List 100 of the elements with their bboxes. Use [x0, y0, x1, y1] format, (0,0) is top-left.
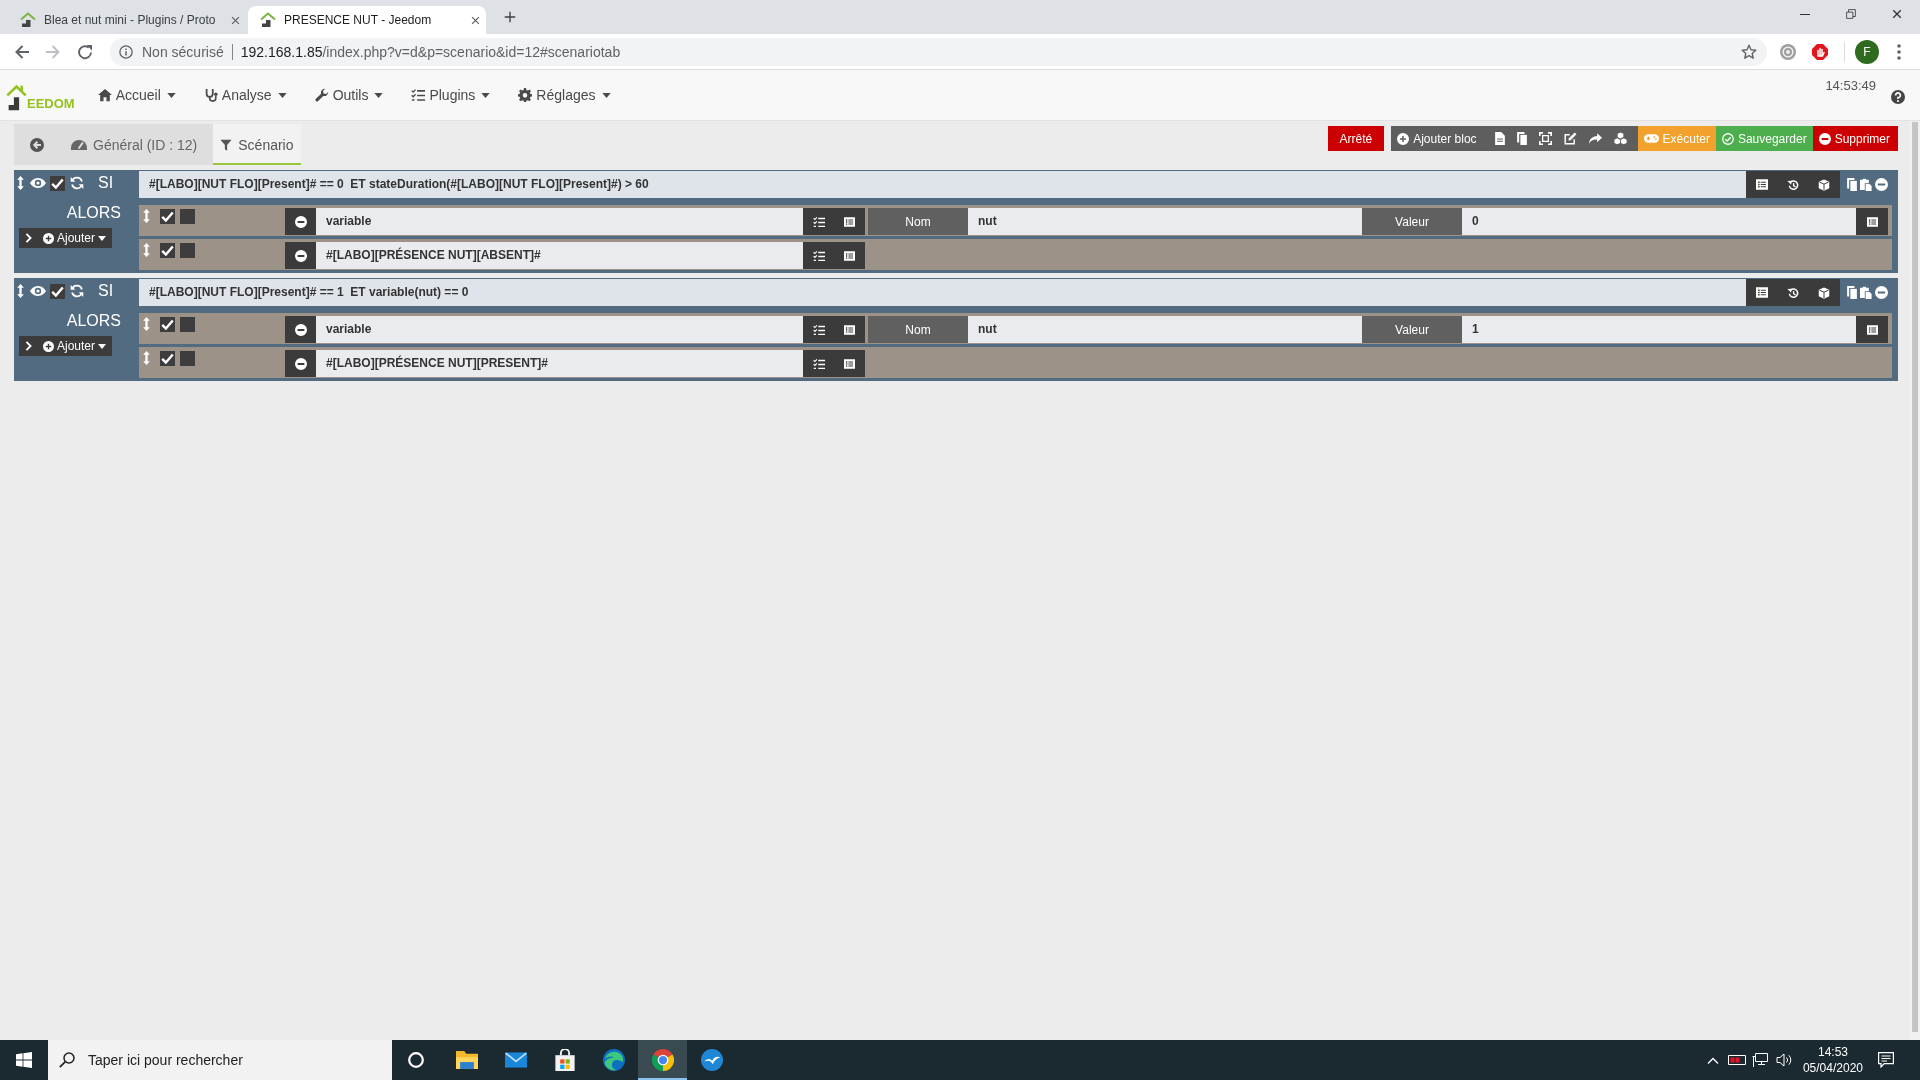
reload-icon[interactable] [77, 43, 93, 60]
list-icon[interactable] [1755, 179, 1768, 190]
list-button[interactable] [834, 350, 865, 377]
history-icon[interactable] [1787, 178, 1799, 191]
speaker-icon[interactable] [1775, 1052, 1792, 1068]
profile-button[interactable]: F [1855, 39, 1879, 64]
share-icon[interactable] [1588, 133, 1602, 144]
list-icon[interactable] [1755, 287, 1768, 298]
back-icon[interactable] [30, 137, 44, 152]
star-icon[interactable] [1741, 43, 1757, 60]
checkbox[interactable] [160, 242, 175, 258]
menu-icon[interactable] [1897, 43, 1901, 60]
checkbox[interactable] [160, 316, 175, 332]
menu-item[interactable]: Outils [300, 69, 398, 121]
edit-icon[interactable] [1563, 132, 1577, 145]
caret-up-icon[interactable] [1706, 1056, 1719, 1064]
command-field[interactable]: #[LABO][PRÉSENCE NUT][ABSENT]# [316, 242, 803, 269]
battery-icon[interactable] [1727, 1055, 1746, 1065]
checkbox[interactable] [160, 208, 175, 224]
drag-handle-icon[interactable] [143, 209, 150, 223]
list-button[interactable] [834, 242, 865, 269]
close-icon[interactable] [1892, 9, 1902, 19]
checklist-button[interactable] [803, 242, 834, 269]
copy-icon[interactable] [1847, 286, 1857, 299]
help-icon[interactable] [1891, 90, 1905, 104]
eye-icon[interactable] [30, 178, 46, 188]
name-field[interactable]: nut [968, 208, 1362, 235]
chevron-button[interactable] [19, 336, 37, 356]
condition-field[interactable]: #[LABO][NUT FLO][Present]# == 0 ET stateDuration(#[LABO][NUT FLO][Present]#) > 60 [139, 171, 1746, 198]
value-field[interactable]: 1 [1462, 316, 1856, 343]
cube-icon[interactable] [1818, 286, 1831, 299]
minimize-icon[interactable] [1800, 13, 1810, 15]
remove-button[interactable] [285, 208, 316, 235]
drag-handle-icon[interactable] [143, 243, 150, 257]
menu-item[interactable]: Analyse [189, 69, 301, 121]
browser-tab[interactable]: PRESENCE NUT - Jeedom [248, 6, 486, 34]
delete-button[interactable]: Supprimer [1812, 126, 1898, 151]
cube-icon[interactable] [1818, 178, 1831, 191]
checkbox[interactable] [180, 316, 195, 332]
checkbox[interactable] [180, 242, 195, 258]
checklist-button[interactable] [803, 208, 834, 235]
close-icon[interactable] [231, 15, 240, 25]
remove-button[interactable] [285, 316, 316, 343]
list-button[interactable] [1856, 208, 1888, 235]
command-field[interactable]: variable [316, 316, 803, 343]
drag-handle-icon[interactable] [17, 176, 24, 190]
checkbox[interactable] [50, 283, 65, 299]
condition-field[interactable]: #[LABO][NUT FLO][Present]# == 1 ET variable(nut) == 0 [139, 279, 1746, 306]
browser-tab[interactable]: Blea et nut mini - Plugins / Proto [8, 6, 246, 34]
cubes-icon[interactable] [1613, 132, 1627, 145]
list-button[interactable] [834, 316, 865, 343]
drag-handle-icon[interactable] [17, 284, 24, 298]
remove-button[interactable] [285, 350, 316, 377]
scrollbar-thumb[interactable] [1912, 122, 1918, 1032]
file-icon[interactable] [1494, 132, 1505, 145]
paste-icon[interactable] [1860, 286, 1872, 299]
chevron-button[interactable] [19, 228, 37, 248]
name-field[interactable]: nut [968, 316, 1362, 343]
plus-icon[interactable] [504, 11, 516, 23]
copy-icon[interactable] [1847, 178, 1857, 191]
history-icon[interactable] [1787, 286, 1799, 299]
command-field[interactable]: variable [316, 208, 803, 235]
add-button[interactable]: Ajouter [37, 228, 113, 248]
add-button[interactable]: Ajouter [37, 336, 113, 356]
address-bar[interactable]: Non sécurisé 192.168.1.85/index.php?v=d&p=scenario&id=12#scenariotab [110, 37, 1767, 66]
sync-icon[interactable] [70, 176, 84, 190]
paste-icon[interactable] [1860, 178, 1872, 191]
tab[interactable]: Général (ID : 12) [58, 124, 214, 165]
checklist-button[interactable] [803, 316, 834, 343]
windows-icon[interactable] [16, 1052, 32, 1068]
notification-icon[interactable] [1878, 1052, 1894, 1068]
menu-item[interactable]: Accueil [83, 69, 190, 121]
checkbox[interactable] [180, 350, 195, 366]
stop-hand-icon[interactable] [1812, 43, 1828, 60]
eye-icon[interactable] [30, 286, 46, 296]
target-icon[interactable] [1780, 43, 1796, 60]
expand-icon[interactable] [1538, 132, 1552, 145]
value-field[interactable]: 0 [1462, 208, 1856, 235]
list-button[interactable] [1856, 316, 1888, 343]
circle-icon[interactable] [408, 1052, 424, 1068]
search-field[interactable]: Taper ici pour rechercher [48, 1040, 392, 1080]
remove-button[interactable] [285, 242, 316, 269]
monitor-icon[interactable] [1751, 1052, 1768, 1068]
drag-handle-icon[interactable] [143, 317, 150, 331]
menu-item[interactable]: Plugins [397, 69, 505, 121]
list-button[interactable] [834, 208, 865, 235]
taskbar-button[interactable] [638, 1040, 687, 1080]
copy-icon[interactable] [1516, 132, 1527, 145]
restore-icon[interactable] [1846, 9, 1856, 19]
drag-handle-icon[interactable] [143, 351, 150, 365]
checkbox[interactable] [50, 175, 65, 191]
command-field[interactable]: #[LABO][PRÉSENCE NUT][PRESENT]# [316, 350, 803, 377]
checkbox[interactable] [160, 350, 175, 366]
back-icon[interactable] [14, 43, 30, 60]
checklist-button[interactable] [803, 350, 834, 377]
tab[interactable]: Scénario [213, 124, 301, 165]
info-icon[interactable] [119, 44, 133, 59]
menu-item[interactable]: Réglages [504, 69, 625, 121]
close-icon[interactable] [471, 15, 480, 25]
checkbox[interactable] [180, 208, 195, 224]
